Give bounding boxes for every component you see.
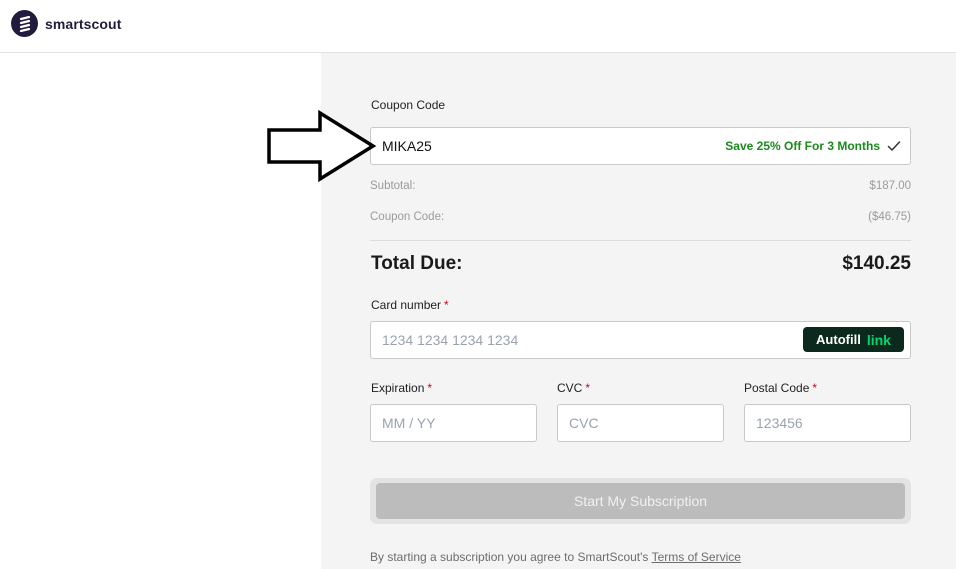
- coupon-label: Coupon Code: [371, 98, 446, 112]
- coupon-field[interactable]: Save 25% Off For 3 Months: [370, 127, 911, 165]
- link-brand: link: [866, 331, 891, 348]
- cvc-input[interactable]: [558, 405, 723, 441]
- terms-text: By starting a subscription you agree to …: [370, 550, 649, 564]
- terms-notice: By starting a subscription you agree to …: [370, 550, 741, 564]
- cvc-label-text: CVC: [557, 381, 583, 395]
- brand-name: smartscout: [45, 15, 122, 32]
- start-subscription-button[interactable]: Start My Subscription: [376, 483, 905, 519]
- subtotal-row: Subtotal: $187.00: [370, 180, 911, 198]
- terms-of-service-link[interactable]: Terms of Service: [652, 550, 741, 564]
- summary-divider: [370, 240, 911, 241]
- card-number-label-text: Card number: [371, 298, 442, 312]
- autofill-label: Autofill: [816, 332, 861, 347]
- postal-code-label-text: Postal Code: [744, 381, 810, 395]
- coupon-discount-label: Coupon Code:: [370, 211, 445, 223]
- required-mark: *: [812, 381, 818, 395]
- required-mark: *: [427, 381, 433, 395]
- coupon-status: Save 25% Off For 3 Months: [725, 128, 902, 164]
- cvc-field[interactable]: [557, 404, 724, 442]
- top-header: smartscout: [0, 0, 956, 53]
- autofill-link-button[interactable]: Autofill link: [803, 327, 904, 352]
- total-due-label: Total Due:: [371, 253, 463, 274]
- subtotal-value: $187.00: [869, 180, 911, 192]
- card-number-field[interactable]: Autofill link: [370, 321, 911, 359]
- smartscout-logo-icon: [11, 10, 38, 37]
- coupon-discount-row: Coupon Code: ($46.75): [370, 211, 911, 229]
- expiration-label: Expiration *: [371, 381, 432, 395]
- expiration-field[interactable]: [370, 404, 537, 442]
- check-icon: [887, 141, 901, 151]
- coupon-success-message: Save 25% Off For 3 Months: [725, 139, 880, 153]
- postal-code-input[interactable]: [745, 405, 910, 441]
- brand-logo[interactable]: smartscout: [11, 10, 121, 37]
- right-arrow-icon: [267, 110, 377, 182]
- submit-wrapper: Start My Subscription: [370, 478, 911, 524]
- postal-code-field[interactable]: [744, 404, 911, 442]
- expiration-label-text: Expiration: [371, 381, 425, 395]
- required-mark: *: [444, 298, 449, 312]
- postal-code-label: Postal Code *: [744, 381, 817, 395]
- total-due-value: $140.25: [842, 253, 911, 274]
- coupon-discount-value: ($46.75): [868, 211, 911, 223]
- card-number-label: Card number *: [371, 298, 449, 312]
- cvc-label: CVC *: [557, 381, 590, 395]
- required-mark: *: [585, 381, 591, 395]
- expiration-input[interactable]: [371, 405, 536, 441]
